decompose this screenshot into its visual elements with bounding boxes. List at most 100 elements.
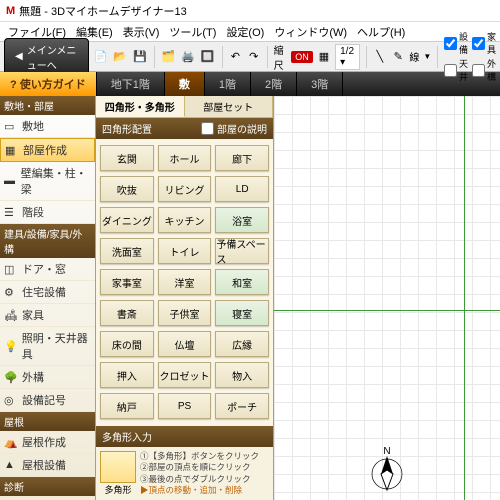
- pen-tool-icon[interactable]: ✎: [391, 47, 405, 67]
- palette-header: 四角形配置 部屋の説明: [96, 118, 273, 139]
- symbol-icon: ◎: [4, 394, 18, 406]
- room-button[interactable]: 納戸: [100, 393, 154, 419]
- stairs-icon: ☰: [4, 206, 18, 218]
- roofeq-icon: ▲: [4, 459, 18, 471]
- print-icon[interactable]: 🖨️: [180, 47, 196, 67]
- layer-checks: 設備 天井: [444, 30, 468, 83]
- room-button[interactable]: ホール: [158, 145, 212, 171]
- door-icon: ◫: [4, 263, 18, 275]
- nav-item-stairs[interactable]: ☰階段: [0, 201, 95, 224]
- svg-text:N: N: [383, 446, 390, 457]
- nav-item-room[interactable]: ▦部屋作成: [0, 138, 95, 162]
- nav-item-roofequip[interactable]: ▲屋根設備: [0, 454, 95, 477]
- menu-settings[interactable]: 設定(O): [222, 22, 268, 42]
- line-tool-icon[interactable]: ╲: [373, 47, 387, 67]
- room-button[interactable]: 書斎: [100, 300, 154, 326]
- layer-checks-2: 家具 外構: [472, 30, 496, 83]
- room-button[interactable]: 子供室: [158, 300, 212, 326]
- floor-tab-3f[interactable]: 3階: [297, 72, 343, 96]
- menu-help[interactable]: ヘルプ(H): [353, 22, 409, 42]
- polygon-icon[interactable]: [100, 451, 136, 483]
- crosshair-horizontal: [274, 310, 500, 311]
- undo-icon[interactable]: ↶: [228, 47, 242, 67]
- floor-tab-2f[interactable]: 2階: [251, 72, 297, 96]
- room-button[interactable]: キッチン: [158, 207, 212, 233]
- save-icon[interactable]: 💾: [132, 47, 148, 67]
- window-title: 無題 - 3Dマイホームデザイナー13: [19, 3, 187, 19]
- room-button[interactable]: 洋室: [158, 269, 212, 295]
- nav-item-exterior[interactable]: 🌳外構: [0, 366, 95, 389]
- room-button[interactable]: 予備スペース: [215, 238, 269, 264]
- dropdown-icon[interactable]: ▼: [423, 52, 431, 61]
- floor-tab-1f[interactable]: 1階: [205, 72, 251, 96]
- room-button[interactable]: LD: [215, 176, 269, 202]
- check-furniture[interactable]: 家具: [472, 30, 496, 56]
- room-button[interactable]: 洗面室: [100, 238, 154, 264]
- room-button[interactable]: 床の間: [100, 331, 154, 357]
- zoom-fit-icon[interactable]: 🔲: [200, 47, 216, 67]
- room-button[interactable]: 広縁: [215, 331, 269, 357]
- compass-icon: N: [367, 444, 407, 494]
- polygon-label: 多角形: [100, 483, 136, 496]
- room-button[interactable]: 吹抜: [100, 176, 154, 202]
- main-menu-button[interactable]: ◀ メインメニューへ: [4, 38, 89, 76]
- roof-icon: ⛺: [4, 436, 18, 448]
- nav-item-roof[interactable]: ⛺屋根作成: [0, 431, 95, 454]
- room-button[interactable]: ダイニング: [100, 207, 154, 233]
- floor-tab-site[interactable]: 敷: [165, 72, 205, 96]
- nav-item-struct[interactable]: ⊞簡易構造診断: [0, 496, 95, 500]
- check-ceiling[interactable]: 天井: [444, 57, 468, 83]
- polygon-steps: ①【多角形】ボタンをクリック ②部屋の頂点を順にクリック ③最後の点でダブルクリ…: [140, 451, 259, 495]
- zoom-select[interactable]: 1/2 ▾: [335, 44, 360, 70]
- new-icon[interactable]: 📄: [93, 47, 109, 67]
- nav-header-roof: 屋根: [0, 412, 95, 431]
- exterior-icon: 🌳: [4, 371, 18, 383]
- title-bar: M 無題 - 3Dマイホームデザイナー13: [0, 0, 500, 22]
- room-button[interactable]: 廊下: [215, 145, 269, 171]
- open-icon[interactable]: 📂: [112, 47, 128, 67]
- palette-tab-shapes[interactable]: 四角形・多角形: [96, 96, 185, 117]
- help-guide-button[interactable]: ? 使い方ガイド: [0, 72, 97, 96]
- drawing-canvas[interactable]: N: [274, 96, 500, 500]
- room-desc-check[interactable]: 部屋の説明: [201, 121, 267, 136]
- palette-tab-roomset[interactable]: 部屋セット: [185, 96, 274, 117]
- room-button[interactable]: 物入: [215, 362, 269, 388]
- room-button[interactable]: PS: [158, 393, 212, 419]
- nav-item-light[interactable]: 💡照明・天井器具: [0, 327, 95, 366]
- room-button[interactable]: リビング: [158, 176, 212, 202]
- floor-bar: ? 使い方ガイド 地下1階 敷 1階 2階 3階: [0, 72, 500, 96]
- room-button[interactable]: 仏壇: [158, 331, 212, 357]
- room-button[interactable]: 玄関: [100, 145, 154, 171]
- light-icon: 💡: [4, 340, 18, 352]
- room-button[interactable]: 家事室: [100, 269, 154, 295]
- menu-view[interactable]: 表示(V): [119, 22, 164, 42]
- polygon-header: 多角形入力: [96, 426, 273, 447]
- room-button[interactable]: 浴室: [215, 207, 269, 233]
- folder-icon[interactable]: 🗂️: [160, 47, 176, 67]
- zoom-on-badge[interactable]: ON: [291, 51, 313, 63]
- check-equip[interactable]: 設備: [444, 30, 468, 56]
- nav-item-equip[interactable]: ⚙住宅設備: [0, 281, 95, 304]
- room-button[interactable]: 和室: [215, 269, 269, 295]
- menu-window[interactable]: ウィンドウ(W): [270, 22, 351, 42]
- menu-tool[interactable]: ツール(T): [165, 22, 220, 42]
- redo-icon[interactable]: ↷: [247, 47, 261, 67]
- grid-background: [274, 96, 500, 500]
- room-button[interactable]: クロゼット: [158, 362, 212, 388]
- nav-item-wall[interactable]: ▬壁編集・柱・梁: [0, 162, 95, 201]
- site-icon: ▭: [4, 120, 18, 132]
- toolbar: ◀ メインメニューへ 📄 📂 💾 🗂️ 🖨️ 🔲 ↶ ↷ 縮尺 ON ▦ 1/2…: [0, 42, 500, 72]
- crosshair-vertical: [464, 96, 465, 500]
- room-button[interactable]: 押入: [100, 362, 154, 388]
- room-button[interactable]: トイレ: [158, 238, 212, 264]
- check-exterior[interactable]: 外構: [472, 57, 496, 83]
- nav-item-site[interactable]: ▭敷地: [0, 115, 95, 138]
- nav-header-site: 敷地・部屋: [0, 96, 95, 115]
- nav-item-furniture[interactable]: 🛋家具: [0, 304, 95, 327]
- room-button[interactable]: ポーチ: [215, 393, 269, 419]
- nav-item-door[interactable]: ◫ドア・窓: [0, 258, 95, 281]
- floor-tab-b1[interactable]: 地下1階: [97, 72, 165, 96]
- room-button[interactable]: 寝室: [215, 300, 269, 326]
- grid-icon[interactable]: ▦: [317, 47, 331, 67]
- nav-item-symbols[interactable]: ◎設備記号: [0, 389, 95, 412]
